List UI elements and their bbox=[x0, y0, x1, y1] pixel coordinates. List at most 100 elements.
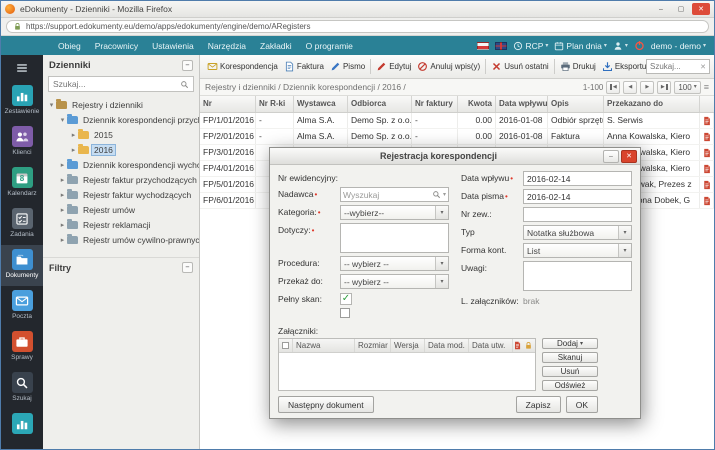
sidebar-item[interactable]: Klienci bbox=[1, 122, 43, 163]
typ-select[interactable]: Notatka służbowa▾ bbox=[523, 225, 632, 240]
account-menu[interactable]: demo - demo▾ bbox=[651, 41, 706, 51]
expander-icon[interactable]: ▾ bbox=[47, 101, 56, 109]
select-all-checkbox[interactable] bbox=[282, 342, 289, 349]
table-row[interactable]: FP/1/01/2016 - Alma S.A. Demo Sp. z o.o.… bbox=[200, 113, 714, 129]
nadawca-input[interactable] bbox=[343, 190, 430, 200]
flag-pl-icon[interactable] bbox=[477, 42, 489, 50]
attachment-button[interactable]: Dodaj ▾ bbox=[542, 338, 598, 349]
tree-item[interactable]: ▸ Rejestr reklamacji bbox=[43, 217, 199, 232]
column-header[interactable]: Nr faktury bbox=[412, 96, 458, 112]
expander-icon[interactable]: ▸ bbox=[58, 236, 67, 244]
toolbar-button[interactable]: Drukuj bbox=[557, 59, 599, 74]
sidebar-item[interactable] bbox=[1, 409, 43, 449]
user-menu[interactable]: ▾ bbox=[613, 41, 628, 51]
collapse-filters-icon[interactable]: – bbox=[182, 262, 193, 273]
dialog-minimize-button[interactable]: – bbox=[603, 150, 619, 163]
column-header[interactable]: Nr bbox=[200, 96, 256, 112]
tree-item[interactable]: ▸ 2015 bbox=[43, 127, 199, 142]
next-page-button[interactable]: ▶ bbox=[640, 81, 654, 94]
toolbar-button[interactable]: Pismo bbox=[327, 59, 368, 74]
table-row[interactable]: FP/2/01/2016 - Alma S.A. Demo Sp. z o.o.… bbox=[200, 129, 714, 145]
dotyczy-textarea[interactable] bbox=[340, 223, 449, 253]
attachment-button[interactable]: Odśwież bbox=[542, 380, 598, 391]
dialog-close-button[interactable]: ✕ bbox=[621, 150, 637, 163]
menubar-item[interactable]: Narzędzia bbox=[201, 41, 253, 51]
tree-item[interactable]: ▾ Rejestry i dzienniki bbox=[43, 97, 199, 112]
toolbar-button[interactable]: Edytuj bbox=[373, 59, 414, 74]
save-button[interactable]: Zapisz bbox=[516, 396, 561, 413]
expander-icon[interactable]: ▸ bbox=[58, 176, 67, 184]
last-page-button[interactable]: ▶ bbox=[657, 81, 671, 94]
attachment-column-header[interactable]: Data utw. bbox=[469, 339, 513, 352]
power-icon[interactable] bbox=[634, 40, 645, 51]
expander-icon[interactable]: ▸ bbox=[69, 131, 78, 139]
column-header[interactable]: Kwota bbox=[458, 96, 496, 112]
sidebar-item[interactable]: Szukaj bbox=[1, 368, 43, 409]
column-header[interactable]: Odbiorca bbox=[348, 96, 412, 112]
minimize-button[interactable]: – bbox=[652, 3, 670, 15]
sidebar-item[interactable]: Dokumenty bbox=[1, 245, 43, 286]
attachment-column-header[interactable]: Nazwa bbox=[293, 339, 355, 352]
expander-icon[interactable]: ▸ bbox=[58, 206, 67, 214]
sidebar-item[interactable]: Zestawienie bbox=[1, 81, 43, 122]
prev-page-button[interactable]: ◀ bbox=[623, 81, 637, 94]
menubar-item[interactable]: Ustawienia bbox=[145, 41, 201, 51]
column-header[interactable]: Przekazano do bbox=[604, 96, 700, 112]
search-icon[interactable] bbox=[432, 190, 441, 199]
procedura-select[interactable]: -- wybierz --▾ bbox=[340, 256, 449, 271]
tree-item[interactable]: ▾ Dziennik korespondencji przychodzącej bbox=[43, 112, 199, 127]
toolbar-search[interactable]: ✕ bbox=[646, 59, 710, 74]
flag-en-icon[interactable] bbox=[495, 42, 507, 50]
scan-option-checkbox[interactable] bbox=[340, 308, 350, 318]
tree-item[interactable]: ▸ Rejestr faktur wychodzących bbox=[43, 187, 199, 202]
toolbar-button[interactable]: Korespondencja bbox=[204, 59, 281, 74]
plan-dnia-menu[interactable]: Plan dnia▾ bbox=[554, 41, 606, 51]
toolbar-button[interactable]: Faktura bbox=[281, 59, 327, 74]
expander-icon[interactable]: ▸ bbox=[58, 191, 67, 199]
ok-button[interactable]: OK bbox=[566, 396, 598, 413]
sidebar-item[interactable]: 8 Kalendarz bbox=[1, 163, 43, 204]
toolbar-button[interactable]: Anuluj wpis(y) bbox=[414, 59, 483, 74]
przekaz-do-select[interactable]: -- wybierz --▾ bbox=[340, 274, 449, 289]
tree-item[interactable]: ▸ 2016 bbox=[43, 142, 199, 157]
menubar-item[interactable]: Zakładki bbox=[253, 41, 299, 51]
toolbar-button[interactable]: Usuń ostatni bbox=[488, 59, 551, 74]
column-header[interactable]: Nr R-ki bbox=[256, 96, 294, 112]
hamburger-button[interactable] bbox=[1, 55, 43, 81]
data-wplywu-input[interactable] bbox=[523, 171, 632, 186]
menubar-item[interactable]: Pracownicy bbox=[88, 41, 145, 51]
tree-item[interactable]: ▸ Rejestr faktur przychodzących bbox=[43, 172, 199, 187]
menubar-item[interactable]: O programie bbox=[299, 41, 360, 51]
filters-section[interactable]: Filtry – bbox=[43, 257, 199, 277]
forma-kont-select[interactable]: List▾ bbox=[523, 243, 632, 258]
collapse-panel-icon[interactable]: – bbox=[182, 60, 193, 71]
attachment-column-header[interactable]: Rozmiar bbox=[355, 339, 391, 352]
grid-menu-icon[interactable]: ≡ bbox=[704, 82, 709, 92]
sidebar-item[interactable]: Zadania bbox=[1, 204, 43, 245]
expander-icon[interactable]: ▸ bbox=[69, 146, 78, 154]
page-size-select[interactable]: 100▾ bbox=[674, 81, 700, 94]
next-document-button[interactable]: Następny dokument bbox=[278, 396, 374, 413]
tree-item[interactable]: ▸ Rejestr umów cywilno-prawnych bbox=[43, 232, 199, 247]
tree-item[interactable]: ▸ Dziennik korespondencji wychodzącej bbox=[43, 157, 199, 172]
expander-icon[interactable]: ▾ bbox=[58, 116, 67, 124]
data-pisma-input[interactable] bbox=[523, 189, 632, 204]
close-button[interactable]: ✕ bbox=[692, 3, 710, 15]
toolbar-search-input[interactable] bbox=[650, 62, 698, 71]
panel-search[interactable] bbox=[48, 76, 194, 92]
tree-item[interactable]: ▸ Rejestr umów bbox=[43, 202, 199, 217]
clear-search-icon[interactable]: ✕ bbox=[700, 63, 706, 71]
rcp-menu[interactable]: RCP▾ bbox=[513, 41, 548, 51]
expander-icon[interactable]: ▸ bbox=[58, 161, 67, 169]
kategoria-select[interactable]: --wybierz--▾ bbox=[340, 205, 449, 220]
attachments-list[interactable] bbox=[279, 353, 535, 390]
chevron-down-icon[interactable]: ▾ bbox=[443, 192, 446, 198]
sidebar-item[interactable]: Poczta bbox=[1, 286, 43, 327]
url-field[interactable]: https://support.edokumenty.eu/demo/apps/… bbox=[6, 20, 709, 33]
menubar-item[interactable]: Obieg bbox=[51, 41, 88, 51]
toolbar-button[interactable]: Eksportuj bbox=[599, 59, 651, 74]
column-header[interactable]: Wystawca bbox=[294, 96, 348, 112]
attachment-column-header[interactable]: Wersja bbox=[391, 339, 425, 352]
nadawca-field[interactable]: ▾ bbox=[340, 187, 449, 202]
maximize-button[interactable]: ▢ bbox=[672, 3, 690, 15]
